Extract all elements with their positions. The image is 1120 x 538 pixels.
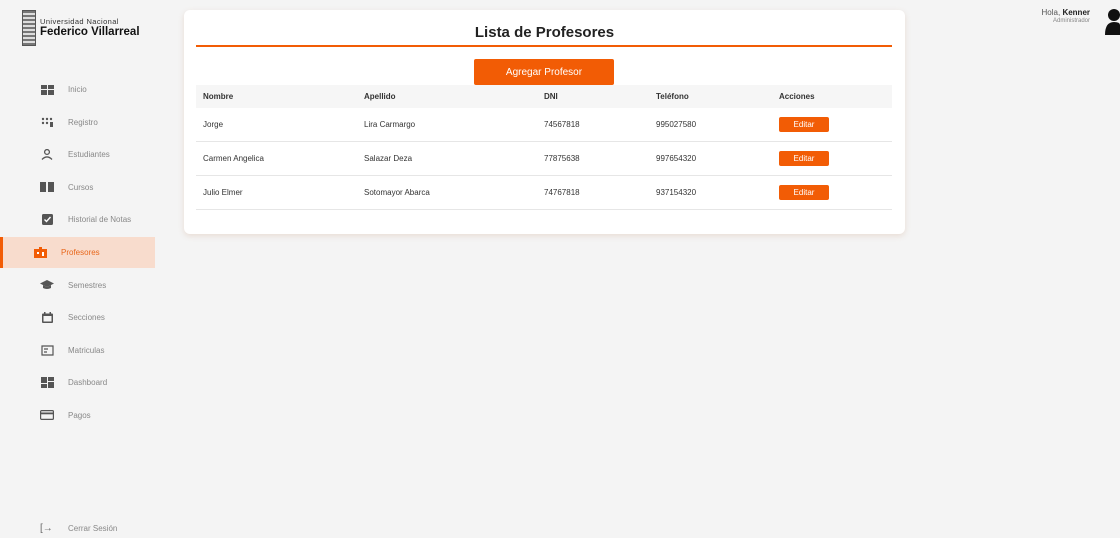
sidebar-item-label: Semestres xyxy=(68,280,107,290)
sidebar-item-historial[interactable]: Historial de Notas xyxy=(0,204,160,235)
add-professor-button[interactable]: Agregar Profesor xyxy=(474,59,614,85)
table-row: Jorge Lira Carmargo 74567818 995027580 E… xyxy=(196,108,892,142)
cell-apellido: Sotomayor Abarca xyxy=(364,188,430,197)
logout-icon: [→ xyxy=(40,523,53,534)
professors-card: Lista de Profesores Agregar Profesor Nom… xyxy=(184,10,905,234)
cell-telefono: 995027580 xyxy=(656,120,697,129)
sidebar-item-cursos[interactable]: Cursos xyxy=(0,172,160,203)
user-avatar-icon xyxy=(1105,9,1120,35)
table-header: Nombre Apellido DNI Teléfono Acciones xyxy=(196,85,892,108)
avatar[interactable] xyxy=(1102,9,1120,35)
cell-telefono: 937154320 xyxy=(656,188,697,197)
sidebar-item-label: Registro xyxy=(68,117,98,127)
sidebar-item-pagos[interactable]: Pagos xyxy=(0,400,160,431)
enroll-icon xyxy=(40,345,54,356)
sidebar-item-semestres[interactable]: Semestres xyxy=(0,270,160,301)
user-role: Administrador xyxy=(1052,17,1090,24)
sidebar-item-label: Cursos xyxy=(68,182,94,192)
header-dni: DNI xyxy=(544,92,558,101)
professors-table: Nombre Apellido DNI Teléfono Acciones Jo… xyxy=(196,85,892,210)
cell-nombre: Julio Elmer xyxy=(203,188,243,197)
sidebar-item-label: Matriculas xyxy=(68,345,105,355)
sidebar-item-secciones[interactable]: Secciones xyxy=(0,302,160,333)
book-icon xyxy=(40,182,54,193)
card-icon xyxy=(40,410,54,421)
cell-telefono: 997654320 xyxy=(656,154,697,163)
edit-button[interactable]: Editar xyxy=(779,185,829,200)
header-acciones: Acciones xyxy=(779,92,815,101)
header-telefono: Teléfono xyxy=(656,92,689,101)
title-divider xyxy=(196,45,892,47)
logout-link[interactable]: [→ Cerrar Sesión xyxy=(40,523,117,534)
university-logo[interactable]: Universidad Nacional Federico Villarreal xyxy=(22,10,152,46)
header-nombre: Nombre xyxy=(203,92,234,101)
sidebar-item-label: Pagos xyxy=(68,410,91,420)
graduation-cap-icon xyxy=(40,280,54,291)
person-icon xyxy=(40,149,54,161)
calendar-icon xyxy=(40,312,54,324)
logout-label: Cerrar Sesión xyxy=(68,524,118,533)
sidebar-item-dashboard[interactable]: Dashboard xyxy=(0,367,160,398)
cell-nombre: Carmen Angelica xyxy=(203,154,264,163)
page-title: Lista de Profesores xyxy=(474,24,615,41)
sidebar-item-registro[interactable]: Registro xyxy=(0,107,160,138)
cell-dni: 74567818 xyxy=(544,120,580,129)
sidebar-item-label: Historial de Notas xyxy=(68,215,132,225)
grid-icon xyxy=(40,84,54,95)
sidebar-item-label: Profesores xyxy=(61,247,100,257)
crest-icon xyxy=(22,10,36,46)
user-info: Hola, Kenner Administrador xyxy=(1041,8,1090,24)
logo-subtitle: Universidad Nacional xyxy=(40,17,119,26)
sidebar-item-matriculas[interactable]: Matriculas xyxy=(0,335,160,366)
edit-button[interactable]: Editar xyxy=(779,117,829,132)
teacher-icon xyxy=(33,246,47,258)
header-apellido: Apellido xyxy=(364,92,396,101)
user-name: Kenner xyxy=(1062,8,1090,17)
sidebar-item-label: Estudiantes xyxy=(68,150,110,160)
cell-dni: 77875638 xyxy=(544,154,580,163)
cell-nombre: Jorge xyxy=(203,120,224,129)
edit-button[interactable]: Editar xyxy=(779,151,829,166)
sidebar-item-label: Inicio xyxy=(68,85,87,94)
sidebar-item-inicio[interactable]: Inicio xyxy=(0,74,160,105)
check-icon xyxy=(40,214,54,226)
sidebar-nav: Inicio Registro Estudiantes Cursos Histo… xyxy=(0,74,160,433)
sidebar-item-label: Dashboard xyxy=(68,378,108,388)
cell-apellido: Salazar Deza xyxy=(364,154,413,163)
logo-title: Federico Villarreal xyxy=(40,25,140,38)
dots-icon xyxy=(40,117,54,128)
sidebar-item-label: Secciones xyxy=(68,313,105,323)
table-row: Julio Elmer Sotomayor Abarca 74767818 93… xyxy=(196,176,892,210)
cell-dni: 74767818 xyxy=(544,188,580,197)
greeting-text: Hola, xyxy=(1041,8,1061,17)
table-row: Carmen Angelica Salazar Deza 77875638 99… xyxy=(196,142,892,176)
sidebar: Universidad Nacional Federico Villarreal… xyxy=(0,0,160,538)
sidebar-item-estudiantes[interactable]: Estudiantes xyxy=(0,139,160,170)
sidebar-item-profesores[interactable]: Profesores xyxy=(0,236,155,268)
dashboard-icon xyxy=(40,377,54,389)
cell-apellido: Lira Carmargo xyxy=(364,120,416,129)
